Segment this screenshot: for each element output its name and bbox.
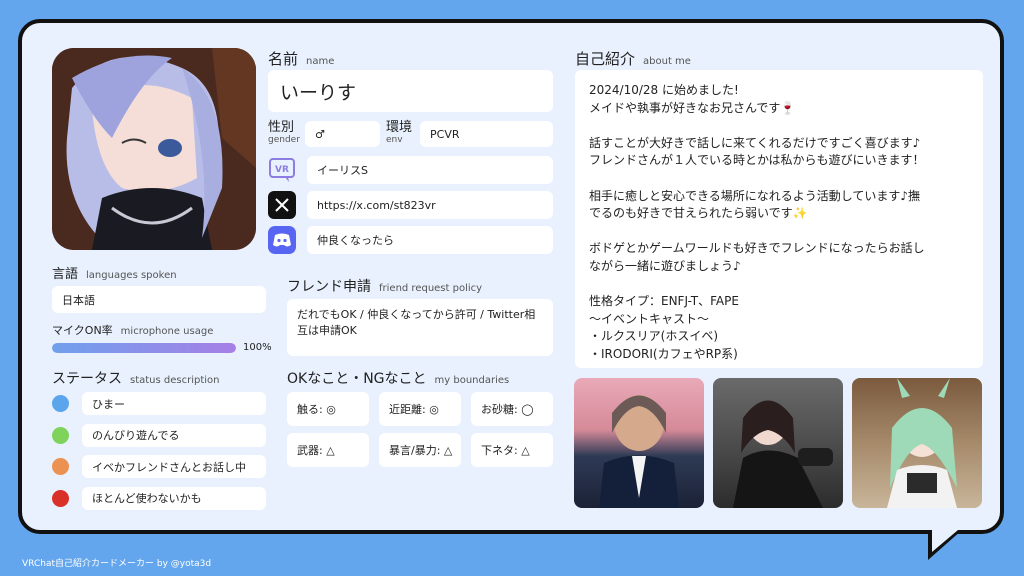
microphone-bar-fill (52, 343, 236, 353)
status-item: イベかフレンドさんとお話し中 (82, 455, 266, 478)
x-url-field[interactable]: https://x.com/st823vr (307, 191, 553, 219)
status-item: ほとんど使わないかも (82, 486, 266, 510)
svg-text:VR: VR (275, 165, 289, 175)
about-text: 2024/10/28 に始めました! メイドや執事が好きなお兄さんです🍷 話すこ… (575, 70, 983, 368)
microphone-bar (52, 343, 236, 353)
x-logo-icon[interactable] (268, 191, 296, 219)
microphone-percent: 100% (243, 342, 272, 353)
gallery-photo-1 (574, 378, 704, 508)
boundary-item: 近距離: ◎ (379, 392, 461, 426)
languages-field: 日本語 (52, 286, 266, 313)
status-item: ひまー (82, 392, 266, 415)
status-label: ステータス status description (52, 371, 220, 387)
gender-label: 性別 gender (268, 120, 300, 145)
boundary-item: 下ネタ: △ (471, 433, 553, 467)
speech-tail (932, 530, 958, 552)
status-color-dot (52, 489, 69, 507)
gallery-photo-2 (713, 378, 843, 508)
boundary-item: 武器: △ (287, 433, 369, 467)
name-label: 名前 name (268, 50, 335, 68)
boundary-item: 暴言/暴力: △ (379, 433, 461, 467)
boundaries-label: OKなこと・NGなこと my boundaries (287, 371, 510, 387)
name-field: いーりす (268, 70, 553, 112)
avatar-image (52, 48, 256, 250)
gender-field: ♂ (305, 121, 380, 147)
status-color-dot (52, 395, 69, 412)
status-color-dot (52, 426, 69, 444)
vrchat-logo-icon: VR (268, 156, 296, 184)
discord-logo-icon (268, 226, 296, 254)
microphone-label: マイクON率 microphone usage (52, 324, 214, 337)
status-item: のんびり遊んでる (82, 423, 266, 447)
boundary-item: お砂糖: ◯ (471, 392, 553, 426)
friend-request-label: フレンド申請 friend request policy (287, 279, 483, 295)
vrchat-id-field: イーリスS (307, 156, 553, 184)
languages-label: 言語 languages spoken (52, 267, 177, 282)
friend-request-field: だれでもOK / 仲良くなってから許可 / Twitter相互は申請OK (287, 299, 553, 356)
discord-field: 仲良くなったら (307, 226, 553, 254)
gallery-photo-3 (852, 378, 982, 508)
footer-credit: VRChat自己紹介カードメーカー by @yota3d (22, 559, 212, 569)
boundary-item: 触る: ◎ (287, 392, 369, 426)
env-label: 環境 env (386, 120, 413, 145)
about-label: 自己紹介 about me (575, 50, 691, 68)
status-color-dot (52, 458, 69, 475)
env-field: PCVR (420, 121, 553, 147)
